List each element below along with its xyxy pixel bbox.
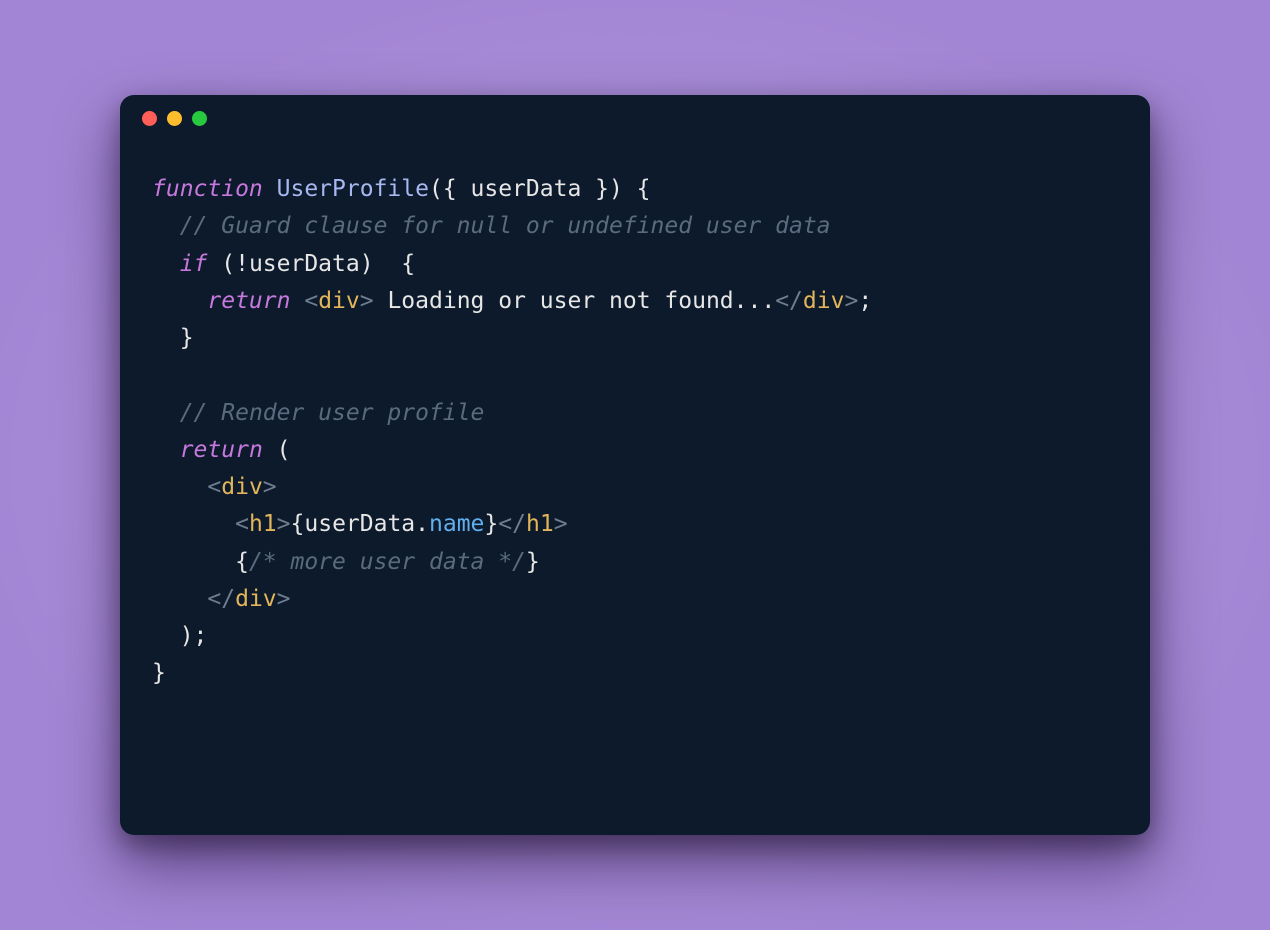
tag-div-open: div — [318, 288, 360, 314]
dot: . — [415, 511, 429, 537]
sig-close: }) { — [581, 176, 650, 202]
comment-guard: // Guard clause for null or undefined us… — [180, 213, 831, 239]
slash-2: / — [512, 511, 526, 537]
keyword-return-2: return — [180, 437, 263, 463]
param-userdata: userData — [471, 176, 582, 202]
function-name: UserProfile — [277, 176, 429, 202]
tag-div-open-2: div — [221, 474, 263, 500]
angle-close-6: > — [277, 586, 291, 612]
slash-3: / — [221, 586, 235, 612]
tag-h1-close: h1 — [526, 511, 554, 537]
sig-open: ({ — [429, 176, 471, 202]
tag-div-close-2: div — [235, 586, 277, 612]
expr-userdata: userData — [304, 511, 415, 537]
lbrace-1: { — [291, 511, 305, 537]
close-icon[interactable] — [142, 111, 157, 126]
paren-close: ); — [180, 623, 208, 649]
rbrace-2: } — [526, 549, 540, 575]
semicolon: ; — [858, 288, 872, 314]
angle-open-4: < — [235, 511, 249, 537]
angle-close-4: > — [277, 511, 291, 537]
zoom-icon[interactable] — [192, 111, 207, 126]
comment-render: // Render user profile — [180, 400, 485, 426]
tag-h1-open: h1 — [249, 511, 277, 537]
angle-open: < — [304, 288, 318, 314]
angle-close-2: > — [844, 288, 858, 314]
angle-open-6: < — [207, 586, 221, 612]
angle-close-5: > — [554, 511, 568, 537]
slash: / — [789, 288, 803, 314]
keyword-if: if — [180, 251, 208, 277]
comment-jsx: /* more user data */ — [249, 549, 526, 575]
angle-close-3: > — [263, 474, 277, 500]
angle-open-3: < — [207, 474, 221, 500]
space — [290, 288, 304, 314]
tag-div-close: div — [803, 288, 845, 314]
loading-text: Loading or user not found... — [374, 288, 776, 314]
angle-close: > — [360, 288, 374, 314]
code-window: function UserProfile({ userData }) { // … — [120, 95, 1150, 835]
window-titlebar — [120, 95, 1150, 141]
keyword-function: function — [152, 176, 263, 202]
if-cond: (!userData) { — [207, 251, 415, 277]
code-block: function UserProfile({ userData }) { // … — [120, 141, 1150, 693]
minimize-icon[interactable] — [167, 111, 182, 126]
keyword-return-1: return — [207, 288, 290, 314]
lbrace-2: { — [235, 549, 249, 575]
if-close-brace: } — [180, 325, 194, 351]
fn-close-brace: } — [152, 660, 166, 686]
paren-open: ( — [263, 437, 291, 463]
angle-open-2: < — [775, 288, 789, 314]
rbrace-1: } — [484, 511, 498, 537]
expr-name: name — [429, 511, 484, 537]
angle-open-5: < — [498, 511, 512, 537]
